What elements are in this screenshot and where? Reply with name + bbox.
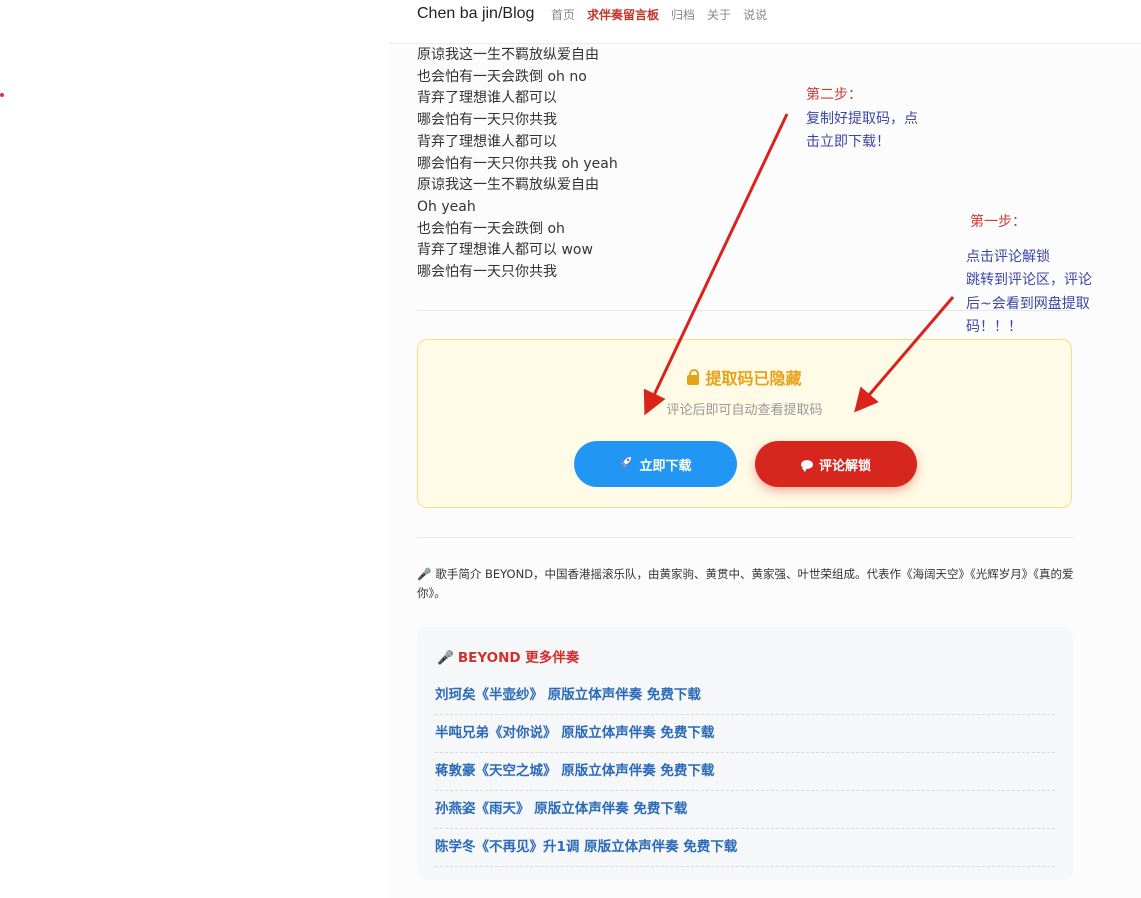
arrow-to-comment [854,296,955,413]
arrow-to-download [643,113,789,416]
annotation-arrows [643,113,955,416]
